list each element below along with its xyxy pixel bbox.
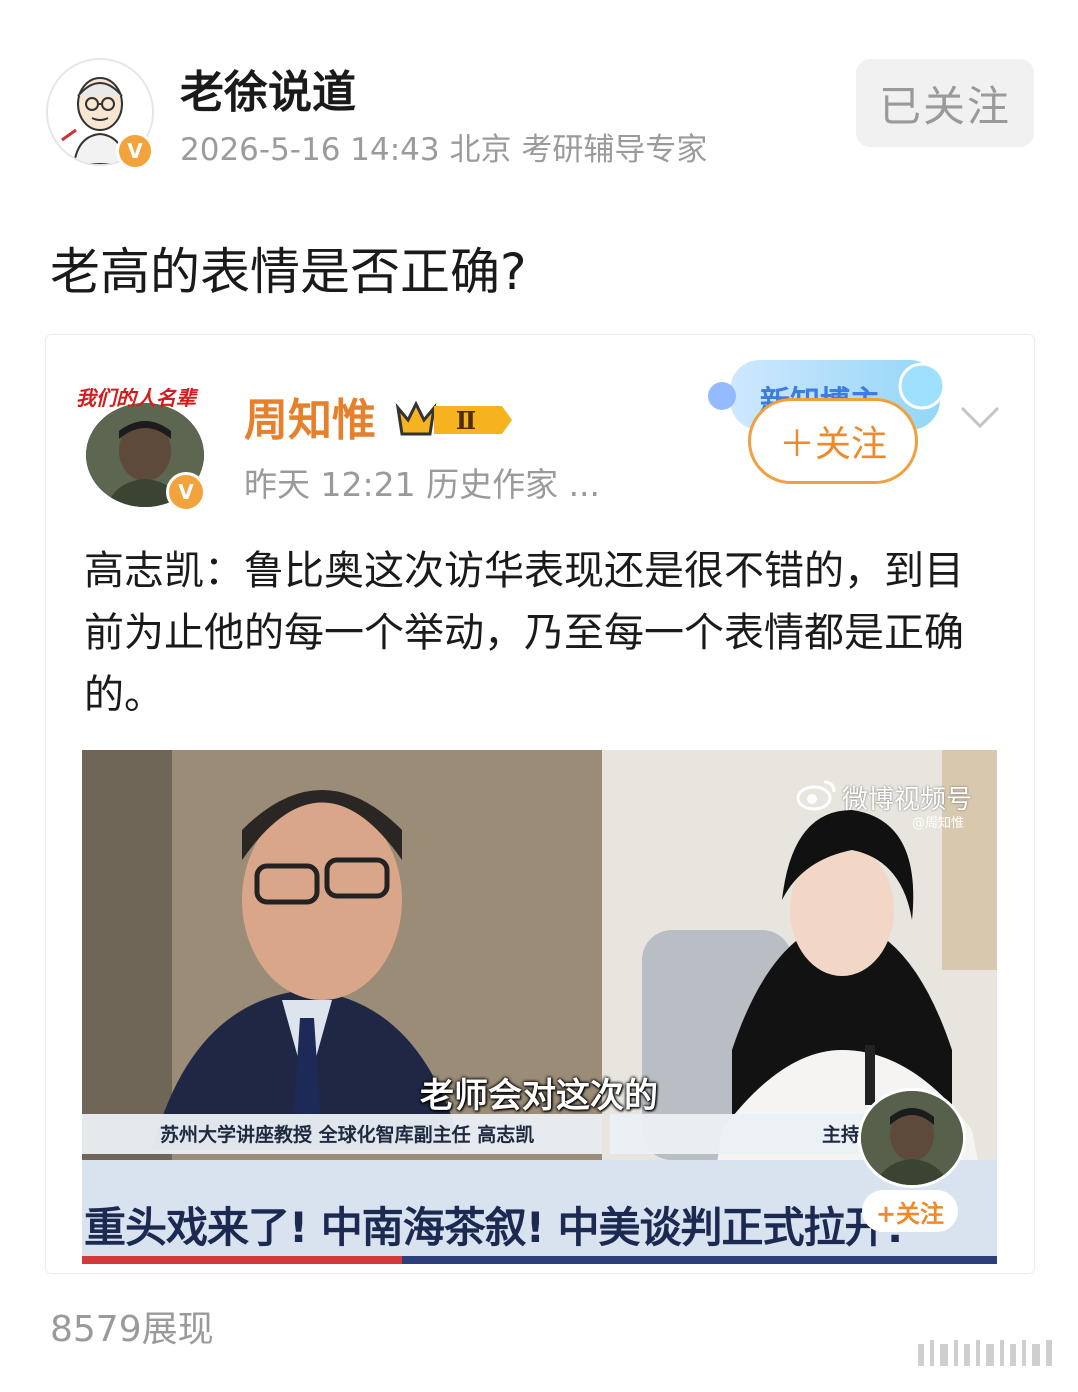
avatar-caption: 我们的人名辈 bbox=[76, 386, 196, 410]
follow-button[interactable]: ＋关注 bbox=[748, 398, 918, 484]
host-caption: 主持 bbox=[822, 1124, 861, 1146]
video-subtitle: 老师会对这次的 bbox=[420, 1076, 658, 1116]
watermark-text: 微博视频号 bbox=[842, 785, 973, 815]
guest-caption: 苏州大学讲座教授 全球化智库副主任 高志凯 bbox=[160, 1124, 535, 1146]
floating-follow-button[interactable]: +关注 bbox=[862, 1190, 958, 1232]
post-text: 老高的表情是否正确? bbox=[50, 243, 527, 301]
color-strip bbox=[82, 1256, 997, 1264]
level-text: Ⅱ bbox=[456, 406, 476, 435]
watermark-handle: @周知惟 bbox=[912, 816, 965, 831]
view-count: 8579展现 bbox=[50, 1309, 214, 1350]
weibo-logo-icon bbox=[796, 780, 836, 811]
video-headline: 重头戏来了! 中南海茶叙! 中美谈判正式拉开! bbox=[84, 1203, 905, 1252]
crown-level-icon: Ⅱ bbox=[395, 400, 512, 436]
verified-badge-icon: V bbox=[116, 132, 154, 170]
verified-badge-icon: V bbox=[166, 472, 206, 512]
soldier-portrait-icon bbox=[861, 1091, 963, 1185]
post-meta: 2026-5-16 14:43 北京 考研辅导专家 bbox=[180, 132, 708, 168]
chevron-down-icon[interactable] bbox=[956, 398, 1004, 438]
repost-author-name[interactable]: 周知惟 bbox=[244, 394, 376, 448]
repost-text: 高志凯：鲁比奥这次访华表现还是很不错的，到目前为止他的每一个举动，乃至每一个表情… bbox=[84, 548, 964, 718]
author-name[interactable]: 老徐说道 bbox=[180, 66, 356, 120]
floating-avatar[interactable] bbox=[858, 1088, 966, 1188]
repost-meta: 昨天 12:21 历史作家 ... bbox=[244, 465, 601, 504]
following-button[interactable]: 已关注 bbox=[856, 59, 1034, 147]
barcode-icon bbox=[918, 1340, 1052, 1366]
